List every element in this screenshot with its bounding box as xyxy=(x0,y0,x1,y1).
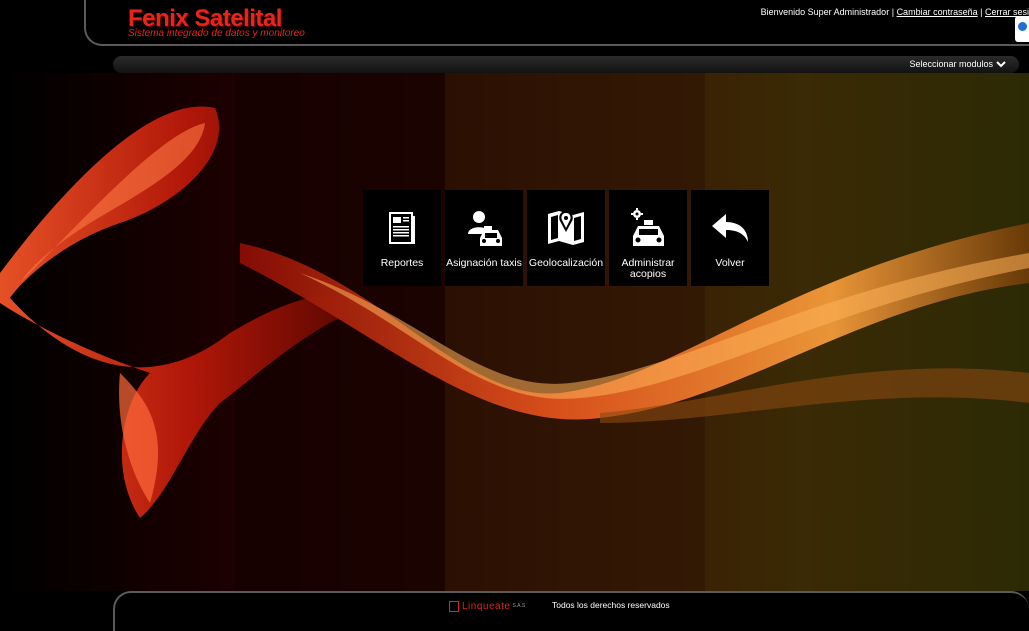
map-pin-icon xyxy=(548,211,584,245)
copyright-text: Todos los derechos reservados xyxy=(552,600,670,610)
red-wave-artwork xyxy=(0,73,1029,591)
footer-brand-logo[interactable]: Linqueate S.A.S xyxy=(449,599,525,613)
remote-support-widget[interactable] xyxy=(1015,16,1029,42)
tile-label: Administrar acopios xyxy=(621,257,675,280)
tile-reportes[interactable]: Reportes xyxy=(363,190,441,286)
brand-suffix: S.A.S xyxy=(512,603,526,609)
tile-label: Asignación taxis xyxy=(446,257,522,269)
header: Fenix Satelital Sistema integrado de dat… xyxy=(0,0,1029,50)
user-bar: Bienvenido Super Administrador | Cambiar… xyxy=(761,7,1029,17)
tile-label: Reportes xyxy=(380,257,424,269)
background-artwork xyxy=(0,73,1029,591)
chevron-down-icon[interactable] xyxy=(995,58,1007,70)
separator: | xyxy=(980,7,983,17)
teamviewer-icon xyxy=(1018,22,1027,31)
tile-asignacion-taxis[interactable]: Asignación taxis xyxy=(445,190,523,286)
tile-label: Volver xyxy=(715,257,745,269)
tile-volver[interactable]: Volver xyxy=(691,190,769,286)
back-arrow-icon xyxy=(712,214,748,242)
separator: | xyxy=(891,7,895,17)
tile-label: Geolocalización xyxy=(528,257,604,269)
tile-geolocalizacion[interactable]: Geolocalización xyxy=(527,190,605,286)
brand-name: Linqueate xyxy=(462,600,511,612)
logo-subtitle: Sistema integrado de datos y monitoreo xyxy=(128,28,305,39)
change-password-link[interactable]: Cambiar contraseña xyxy=(897,7,978,17)
report-icon xyxy=(389,212,415,244)
driver-taxi-icon xyxy=(468,211,502,246)
taxi-settings-icon xyxy=(631,208,664,246)
select-modules-button[interactable]: Seleccionar modulos xyxy=(909,59,993,69)
brand-mark-icon xyxy=(449,600,459,612)
welcome-text: Bienvenido Super Administrador xyxy=(760,7,890,17)
tile-administrar-acopios[interactable]: Administrar acopios xyxy=(609,190,687,286)
footer: Linqueate S.A.S Todos los derechos reser… xyxy=(0,591,1029,631)
modules-bar: Seleccionar modulos xyxy=(113,56,1019,73)
footer-frame xyxy=(113,591,1029,631)
module-tiles: Reportes Asignación taxis Geolocalizació… xyxy=(363,190,769,286)
